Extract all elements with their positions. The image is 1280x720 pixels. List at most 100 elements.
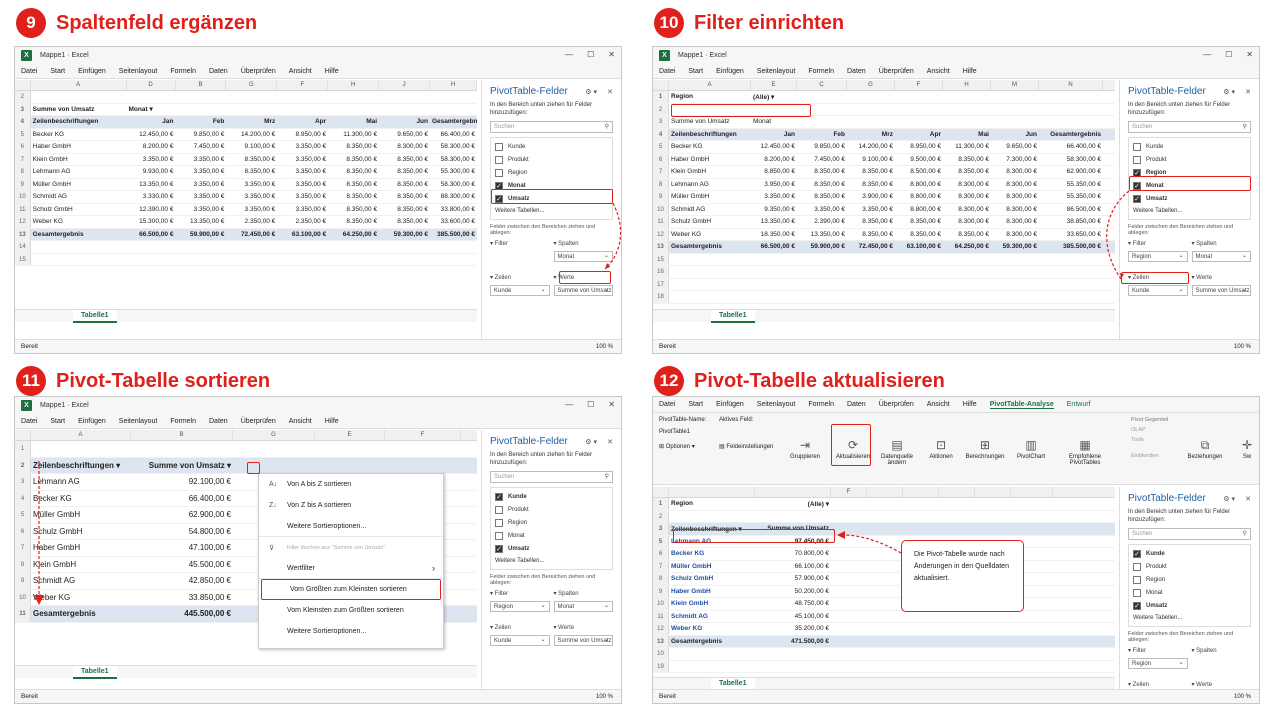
rows-area-value[interactable]: Kunde⌄ xyxy=(490,635,550,646)
maximize-icon[interactable]: ☐ xyxy=(587,400,594,409)
row-number[interactable]: 4 xyxy=(15,490,31,506)
row-number[interactable]: 2 xyxy=(15,91,31,103)
cell[interactable]: Weber KG xyxy=(669,231,751,238)
cell[interactable]: Müller GmbH xyxy=(31,181,127,188)
cell[interactable]: Schulz GmbH xyxy=(31,206,127,213)
cell[interactable]: Schulz GmbH xyxy=(669,218,751,225)
row-number[interactable]: 14 xyxy=(15,241,31,253)
cell[interactable]: Weber KG xyxy=(31,218,127,225)
cell[interactable]: Haber GmbH xyxy=(31,143,127,150)
sheet-tab[interactable]: Tabelle1 xyxy=(73,310,117,323)
row-number[interactable]: 9 xyxy=(653,191,669,203)
menu-item-6[interactable]: Überprüfen xyxy=(241,418,276,425)
cell[interactable]: Gesamtergebnis xyxy=(31,231,127,238)
cell[interactable]: 8.350,00 € xyxy=(328,218,379,225)
cell[interactable]: 12.450,00 € xyxy=(751,143,797,150)
menu-item-6[interactable]: Überprüfen xyxy=(241,68,276,75)
row-number[interactable]: 3 xyxy=(653,523,669,535)
rows-area[interactable]: ▾ Zeilen Kunde⌄ xyxy=(490,274,550,304)
filter-area-value[interactable]: Region ⌄ xyxy=(1128,658,1188,669)
row-number[interactable]: 8 xyxy=(653,178,669,190)
menu-item-5[interactable]: Daten xyxy=(847,68,866,75)
column-header[interactable]: E xyxy=(315,430,385,440)
cell[interactable]: 3.950,00 € xyxy=(751,181,797,188)
cell[interactable]: 3.350,00 € xyxy=(277,181,328,188)
cell[interactable]: 33.600,00 € xyxy=(430,218,477,225)
cell[interactable]: 33.800,00 € xyxy=(430,206,477,213)
cell[interactable]: 3.350,00 € xyxy=(175,181,226,188)
row-number[interactable]: 3 xyxy=(15,474,31,490)
cell[interactable]: Jun xyxy=(991,131,1039,138)
menu-item-1[interactable]: Start xyxy=(50,418,65,425)
cell[interactable]: Haber GmbH xyxy=(669,156,751,163)
cell[interactable]: Gesamtergebnis xyxy=(430,118,477,125)
row-number[interactable]: 10 xyxy=(15,191,31,203)
cell[interactable]: 8.350,00 € xyxy=(895,231,943,238)
cell[interactable]: 59.900,00 € xyxy=(175,231,226,238)
menu-item-6[interactable]: Überprüfen xyxy=(879,68,914,75)
cell[interactable]: 66.400,00 € xyxy=(430,131,477,138)
cell[interactable]: 8.350,00 € xyxy=(797,168,847,175)
cell[interactable]: 8.800,00 € xyxy=(895,181,943,188)
menu-item-5[interactable]: Daten xyxy=(209,68,228,75)
cell[interactable]: 59.300,00 € xyxy=(991,243,1039,250)
checkbox-icon[interactable]: ✓ xyxy=(1133,194,1141,203)
cell[interactable]: Schulz GmbH xyxy=(669,575,755,582)
cell[interactable]: 63.100,00 € xyxy=(895,243,943,250)
cell[interactable]: 8.350,00 € xyxy=(226,168,277,175)
cell[interactable]: Weber KG xyxy=(31,593,131,602)
cell[interactable]: Summe von Umsatz xyxy=(669,118,751,125)
column-header[interactable]: H xyxy=(943,80,991,90)
sort-menu-item-0[interactable]: A↓ Von A bis Z sortieren xyxy=(259,474,443,495)
cell[interactable]: 13.350,00 € xyxy=(797,231,847,238)
cell[interactable]: Mrz xyxy=(226,118,277,125)
close-icon[interactable]: ✕ xyxy=(608,400,615,409)
field-checkbox-monat[interactable]: Monat xyxy=(1133,586,1246,599)
cell[interactable]: 3.350,00 € xyxy=(797,206,847,213)
cell[interactable]: Gesamtergebnis xyxy=(1039,131,1103,138)
row-number[interactable]: 2 xyxy=(653,510,669,522)
cell[interactable]: Becker KG xyxy=(31,131,127,138)
menu-item-5[interactable]: Daten xyxy=(209,418,228,425)
cell[interactable]: Schmidt AG xyxy=(669,613,755,620)
menu-item-8[interactable]: Hilfe xyxy=(325,418,339,425)
pane-settings-icon[interactable]: ⚙ ▾ xyxy=(1223,88,1235,96)
cell[interactable]: 8.300,00 € xyxy=(991,218,1039,225)
rows-area[interactable]: ▾ Zeilen Kunde⌄ xyxy=(490,624,550,654)
field-checkbox-kunde[interactable]: Kunde xyxy=(495,140,608,153)
sort-menu-item-5[interactable]: Vom Größten zum Kleinsten sortieren xyxy=(261,579,441,600)
cell[interactable]: 13.350,00 € xyxy=(175,218,226,225)
field-search-input[interactable]: Suchen ⚲ xyxy=(490,471,613,483)
field-checkbox-produkt[interactable]: Produkt xyxy=(495,503,608,516)
zoom-level[interactable]: 100 % xyxy=(1234,344,1251,350)
cell[interactable]: 8.350,00 € xyxy=(379,181,430,188)
cell[interactable]: Mai xyxy=(943,131,991,138)
cell[interactable]: Gesamtergebnis xyxy=(31,609,131,618)
cell[interactable]: Weber KG xyxy=(669,625,755,632)
row-number[interactable]: 10 xyxy=(653,598,669,610)
cell[interactable]: 8.350,00 € xyxy=(328,156,379,163)
cell[interactable]: 2.350,00 € xyxy=(226,218,277,225)
row-number[interactable]: 12 xyxy=(653,623,669,635)
row-number[interactable]: 1 xyxy=(15,441,31,457)
cell[interactable]: 9.350,00 € xyxy=(751,206,797,213)
columns-area[interactable]: ▾ Spalten Monat ⌄ xyxy=(1191,240,1251,270)
row-number[interactable]: 10 xyxy=(15,589,31,605)
cell[interactable]: 8.350,00 € xyxy=(847,218,895,225)
row-number[interactable]: 3 xyxy=(653,116,669,128)
row-number[interactable]: 6 xyxy=(15,141,31,153)
filter-area[interactable]: ▾ Filter Region ⌄ xyxy=(1128,240,1188,270)
menu-item-0[interactable]: Datei xyxy=(659,68,675,75)
cell[interactable]: 8.350,00 € xyxy=(328,143,379,150)
column-header[interactable]: B xyxy=(176,80,227,90)
column-header[interactable]: M xyxy=(991,80,1039,90)
cell[interactable]: 64.250,00 € xyxy=(943,243,991,250)
cell[interactable]: 3.350,00 € xyxy=(277,143,328,150)
cell[interactable]: 3.350,00 € xyxy=(277,206,328,213)
cell[interactable]: Müller GmbH xyxy=(31,510,131,519)
maximize-icon[interactable]: ☐ xyxy=(1225,50,1232,59)
row-number[interactable]: 5 xyxy=(653,141,669,153)
menu-item-0[interactable]: Datei xyxy=(659,401,675,408)
cell[interactable]: 2.390,00 € xyxy=(797,218,847,225)
cell[interactable]: 3.350,00 € xyxy=(175,206,226,213)
